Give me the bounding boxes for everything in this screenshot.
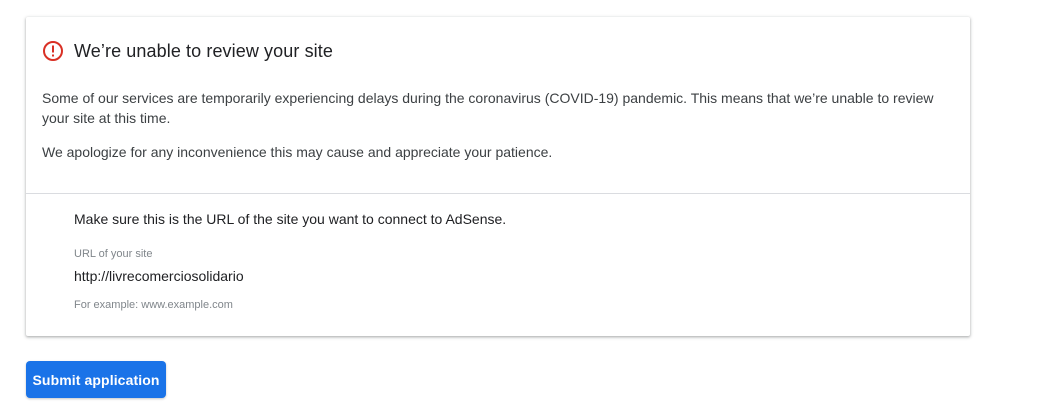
url-instruction: Make sure this is the URL of the site yo…	[74, 211, 507, 227]
review-status-card: We’re unable to review your site Some of…	[26, 17, 970, 336]
alert-title: We’re unable to review your site	[74, 40, 333, 61]
submit-application-button[interactable]: Submit application	[26, 361, 166, 398]
alert-header: We’re unable to review your site	[42, 40, 333, 62]
url-hint: For example: www.example.com	[74, 299, 233, 311]
url-label: URL of your site	[74, 248, 153, 260]
alert-message: Some of our services are temporarily exp…	[42, 90, 934, 126]
site-url-value: http://livrecomerciosolidario	[74, 268, 244, 284]
alert-circle-icon	[42, 40, 64, 62]
divider	[26, 193, 970, 194]
apology-message: We apologize for any inconvenience this …	[42, 144, 553, 160]
alert-section: We’re unable to review your site Some of…	[26, 17, 970, 193]
